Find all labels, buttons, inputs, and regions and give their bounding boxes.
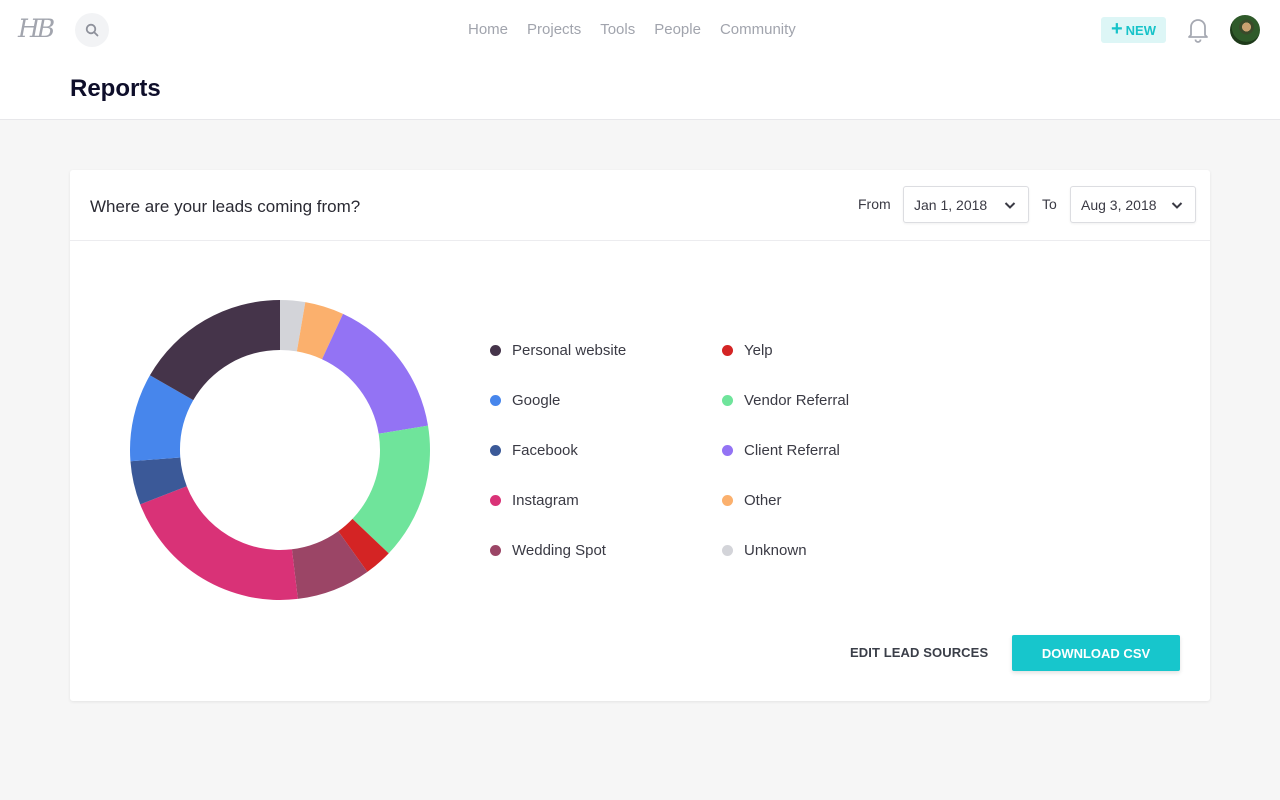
lead-sources-card: Where are your leads coming from? From J… xyxy=(70,170,1210,701)
legend-dot-icon xyxy=(490,444,501,456)
card-title: Where are your leads coming from? xyxy=(90,197,361,216)
legend-label: Wedding Spot xyxy=(512,541,606,559)
top-navigation-bar: HB Home Projects Tools People Community … xyxy=(0,0,1280,120)
to-date-select[interactable]: Aug 3, 2018 xyxy=(1070,186,1196,223)
legend-dot-icon xyxy=(490,544,501,556)
nav-community[interactable]: Community xyxy=(720,20,796,40)
new-button[interactable]: + NEW xyxy=(1101,17,1166,43)
page-title: Reports xyxy=(70,75,161,102)
chevron-down-icon xyxy=(1004,202,1016,209)
to-label: To xyxy=(1042,196,1057,212)
chevron-down-icon xyxy=(1171,202,1183,209)
legend-label: Instagram xyxy=(512,491,579,509)
nav-home[interactable]: Home xyxy=(468,20,508,40)
donut-slice-personal-website[interactable] xyxy=(149,300,280,401)
new-button-label: NEW xyxy=(1125,22,1157,38)
legend-dot-icon xyxy=(722,394,733,406)
legend-label: Vendor Referral xyxy=(744,391,850,409)
legend-item-unknown: Unknown xyxy=(722,540,922,560)
legend-dot-icon xyxy=(722,544,733,556)
download-csv-button[interactable]: DOWNLOAD CSV xyxy=(1012,635,1180,671)
legend-dot-icon xyxy=(490,394,501,406)
from-date-select[interactable]: Jan 1, 2018 xyxy=(903,186,1029,223)
legend-label: Unknown xyxy=(744,541,807,559)
legend-item-personal-website: Personal website xyxy=(490,340,690,360)
edit-lead-sources-link[interactable]: EDIT LEAD SOURCES xyxy=(850,645,988,660)
search-icon xyxy=(85,23,99,37)
main-nav: Home Projects Tools People Community xyxy=(468,20,815,40)
legend-item-facebook: Facebook xyxy=(490,440,690,460)
search-button[interactable] xyxy=(75,13,109,47)
legend-dot-icon xyxy=(722,494,733,506)
legend-item-yelp: Yelp xyxy=(722,340,922,360)
nav-projects[interactable]: Projects xyxy=(527,20,581,40)
nav-tools[interactable]: Tools xyxy=(600,20,635,40)
legend-dot-icon xyxy=(722,444,733,456)
card-header: Where are your leads coming from? From J… xyxy=(70,170,1210,241)
user-avatar[interactable] xyxy=(1230,15,1260,45)
legend-label: Personal website xyxy=(512,341,627,359)
legend-item-vendor-referral: Vendor Referral xyxy=(722,390,922,410)
from-label: From xyxy=(858,196,891,212)
plus-icon: + xyxy=(1110,18,1123,40)
legend-dot-icon xyxy=(490,344,501,356)
from-date-value: Jan 1, 2018 xyxy=(914,197,988,213)
legend-item-instagram: Instagram xyxy=(490,490,690,510)
legend-dot-icon xyxy=(490,494,501,506)
legend-label: Yelp xyxy=(744,341,773,359)
legend-item-client-referral: Client Referral xyxy=(722,440,922,460)
legend-label: Facebook xyxy=(512,441,578,459)
bell-icon xyxy=(1188,19,1208,43)
to-date-value: Aug 3, 2018 xyxy=(1081,197,1157,213)
legend-dot-icon xyxy=(722,344,733,356)
donut-chart xyxy=(130,300,430,600)
legend-item-google: Google xyxy=(490,390,690,410)
legend-label: Other xyxy=(744,491,782,509)
donut-slice-instagram[interactable] xyxy=(140,486,298,600)
nav-people[interactable]: People xyxy=(654,20,701,40)
legend-label: Google xyxy=(512,391,561,409)
legend-label: Client Referral xyxy=(744,441,840,459)
notifications-button[interactable] xyxy=(1186,16,1210,44)
donut-slice-client-referral[interactable] xyxy=(322,313,429,434)
legend-item-wedding-spot: Wedding Spot xyxy=(490,540,690,560)
legend-item-other: Other xyxy=(722,490,922,510)
logo[interactable]: HB xyxy=(18,12,58,46)
